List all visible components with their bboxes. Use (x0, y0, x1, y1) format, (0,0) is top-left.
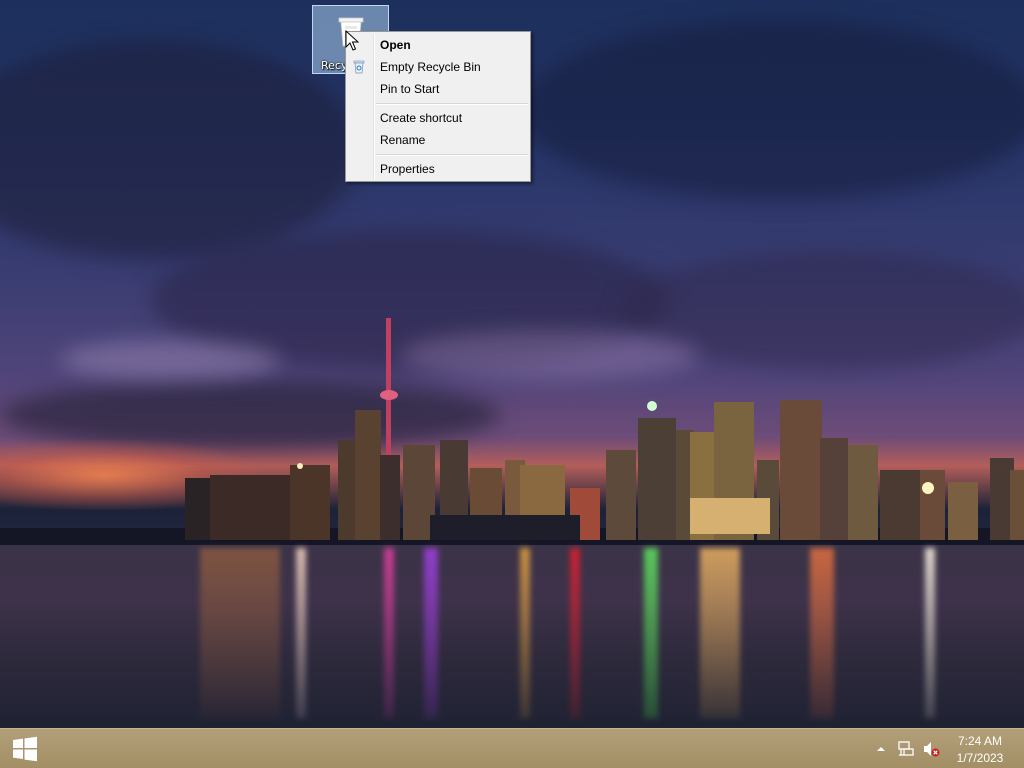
desktop[interactable]: Recycle Bin Open Empty Recycle Bin Pin t… (0, 0, 1024, 728)
windows-logo-icon (13, 736, 37, 762)
mouse-pointer-icon (345, 30, 359, 51)
menu-item-pin-to-start[interactable]: Pin to Start (348, 78, 528, 100)
menu-item-create-shortcut[interactable]: Create shortcut (348, 107, 528, 129)
menu-item-label: Create shortcut (380, 111, 463, 125)
menu-item-rename[interactable]: Rename (348, 129, 528, 151)
light-reflection (384, 548, 394, 718)
light-reflection (200, 548, 280, 718)
recycle-bin-icon (353, 60, 365, 74)
light-reflection (424, 548, 438, 718)
light-reflection (570, 548, 580, 718)
menu-separator (376, 103, 528, 105)
light-reflection (644, 548, 658, 718)
light-reflection (925, 548, 935, 718)
taskbar-clock[interactable]: 7:24 AM 1/7/2023 (944, 729, 1016, 768)
light-reflection (700, 548, 740, 718)
volume-tray-button[interactable] (920, 729, 942, 768)
speaker-muted-icon (924, 742, 940, 757)
clock-time: 7:24 AM (957, 734, 1003, 748)
network-icon (898, 741, 914, 756)
network-tray-button[interactable] (895, 729, 917, 768)
clock-date: 1/7/2023 (956, 751, 1004, 765)
menu-item-label: Open (380, 38, 411, 52)
light-reflection (296, 548, 306, 718)
light-reflection (810, 548, 834, 718)
chevron-up-icon (877, 747, 885, 751)
menu-item-open[interactable]: Open (348, 34, 528, 56)
menu-item-label: Properties (380, 162, 435, 176)
menu-item-empty-recycle-bin[interactable]: Empty Recycle Bin (348, 56, 528, 78)
lake-water (0, 545, 1024, 728)
start-button[interactable] (0, 729, 50, 768)
light-reflection (520, 548, 530, 718)
taskbar: 7:24 AM 1/7/2023 (0, 728, 1024, 768)
menu-item-label: Rename (380, 133, 426, 147)
context-menu: Open Empty Recycle Bin Pin to Start Crea… (345, 31, 531, 182)
menu-item-label: Empty Recycle Bin (380, 60, 481, 74)
menu-item-properties[interactable]: Properties (348, 158, 528, 180)
show-hidden-icons-button[interactable] (873, 729, 889, 768)
menu-item-label: Pin to Start (380, 82, 440, 96)
menu-separator (376, 154, 528, 156)
